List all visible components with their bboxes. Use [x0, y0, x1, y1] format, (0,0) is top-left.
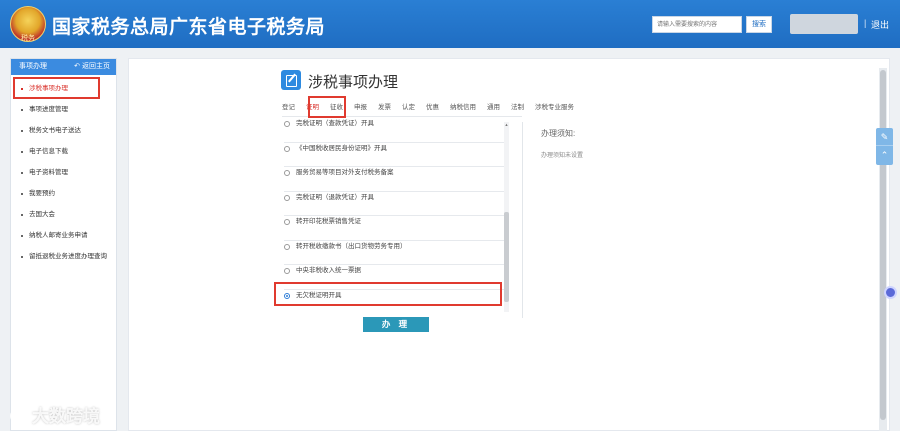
page-title: 涉税事项办理 [308, 74, 399, 91]
sidebar-item-mail-request[interactable]: 纳税人邮寄业务申请 [11, 231, 116, 241]
list-scrollbar-thumb[interactable] [504, 212, 509, 302]
sidebar-item-e-delivery[interactable]: 税务文书电子送达 [11, 126, 116, 136]
sidebar-item-refund-query[interactable]: 留抵退税业务进度办理查询 [11, 252, 116, 262]
handle-button[interactable]: 办 理 [363, 317, 429, 332]
tab-general[interactable]: 通用 [487, 101, 511, 115]
sidebar-item-e-docs[interactable]: 电子资料管理 [11, 168, 116, 178]
tab-annotation-box [308, 96, 346, 118]
radio-button[interactable] [284, 243, 290, 250]
watermark-text: 大数跨境 [32, 407, 100, 426]
option-item[interactable]: 服务贸易等项目对外支付税务备案 [284, 167, 506, 192]
watermark-logo-icon [10, 409, 28, 423]
content-divider [522, 122, 523, 318]
feedback-icon[interactable]: ✎ [876, 128, 893, 146]
back-home-link[interactable]: ↶ 返回主页 [74, 59, 110, 75]
sidebar-item-e-download[interactable]: 电子信息下载 [11, 147, 116, 157]
sidebar-item-appointment[interactable]: 我要预约 [11, 189, 116, 199]
list-scrollbar[interactable]: ▲ [504, 122, 509, 312]
option-label: 服务贸易等项目对外支付税务备案 [296, 169, 394, 176]
search-input[interactable] [652, 16, 742, 33]
edit-icon [281, 70, 301, 90]
tab-professional-service[interactable]: 涉税专业服务 [535, 101, 585, 115]
back-home-label: 返回主页 [82, 63, 110, 70]
watermark: 大数跨境 [10, 402, 100, 427]
radio-button[interactable] [284, 121, 290, 127]
notice-text: 办理须知未设置 [541, 153, 584, 159]
sidebar-item-progress[interactable]: 事项进度管理 [11, 105, 116, 115]
sidebar-header: 事项办理 ↶ 返回主页 [11, 59, 116, 75]
search-button[interactable]: 搜索 [746, 16, 772, 33]
logout-link[interactable]: 退出 [871, 18, 889, 31]
tab-invoice[interactable]: 发票 [378, 101, 402, 115]
user-info-box[interactable] [790, 14, 858, 34]
page-scrollbar[interactable] [879, 68, 887, 431]
floating-toolbar: ✎ ⌃ [876, 128, 893, 165]
tab-registration[interactable]: 登记 [282, 101, 306, 115]
option-item[interactable]: 完税证明（查款凭证）开具 [284, 118, 506, 143]
back-arrow-icon: ↶ [74, 63, 80, 70]
back-to-top-icon[interactable]: ⌃ [876, 146, 893, 164]
radio-button[interactable] [284, 194, 290, 201]
radio-button[interactable] [284, 170, 290, 176]
notice-title: 办理须知: [541, 129, 576, 138]
radio-button[interactable] [284, 219, 290, 225]
tax-emblem-logo [10, 6, 46, 43]
option-annotation-box [274, 282, 502, 306]
site-title: 国家税务总局广东省电子税务局 [52, 17, 326, 38]
radio-button[interactable] [284, 145, 290, 152]
option-label: 完税证明（查款凭证）开具 [296, 120, 374, 127]
sidebar: 事项办理 ↶ 返回主页 涉税事项办理 事项进度管理 税务文书电子送达 电子信息下载… [10, 58, 117, 431]
sidebar-item-6[interactable]: 去国大会 [11, 210, 116, 220]
tab-declaration[interactable]: 申报 [354, 101, 378, 115]
tab-preference[interactable]: 优惠 [426, 101, 450, 115]
option-label: 完税证明（退款凭证）开具 [296, 193, 374, 201]
tab-legal[interactable]: 法制 [511, 101, 535, 115]
chat-assistant-icon[interactable] [884, 286, 897, 299]
tab-credit[interactable]: 纳税信用 [450, 101, 487, 115]
option-label: 中央非税收入统一票据 [296, 267, 361, 274]
sidebar-annotation-box [13, 77, 100, 99]
option-item[interactable]: 《中国税收居民身份证明》开具 [284, 143, 506, 167]
tab-recognition[interactable]: 认定 [402, 101, 426, 115]
option-label: 转开印花税票销售凭证 [296, 218, 361, 225]
option-label: 《中国税收居民身份证明》开具 [296, 144, 387, 152]
radio-button[interactable] [284, 268, 290, 274]
option-item[interactable]: 转开印花税票销售凭证 [284, 216, 506, 241]
page-scrollbar-thumb[interactable] [880, 70, 886, 420]
option-item[interactable]: 完税证明（退款凭证）开具 [284, 192, 506, 216]
option-item[interactable]: 转开税收缴款书（出口货物劳务专用） [284, 241, 506, 265]
header-separator: | [864, 18, 867, 28]
scroll-up-icon[interactable]: ▲ [504, 122, 509, 127]
sidebar-heading: 事项办理 [19, 63, 47, 70]
option-label: 转开税收缴款书（出口货物劳务专用） [296, 242, 407, 250]
